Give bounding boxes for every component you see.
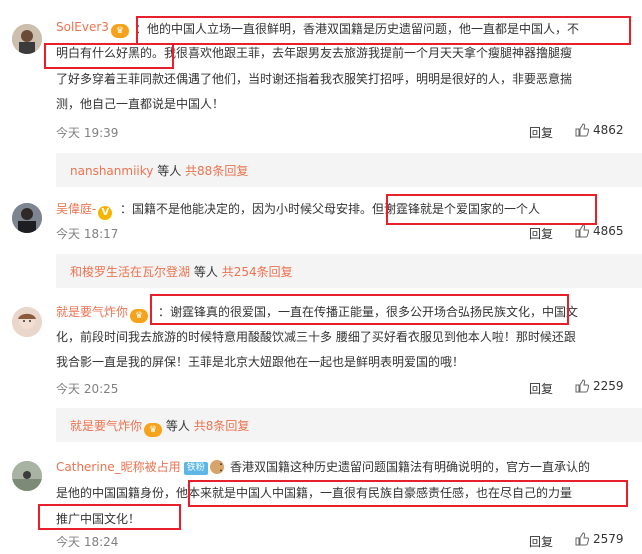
- comment-text-line: ：香港双国籍这种历史遗留问题国籍法有明确说明的，官方一直承认的: [218, 460, 591, 474]
- thumbs-up-icon: [575, 532, 589, 546]
- thread-count-link: 共8条回复: [193, 419, 250, 433]
- comment-timestamp: 今天 18:24: [56, 535, 119, 549]
- reply-button[interactable]: 回复: [529, 225, 553, 242]
- like-count: 4862: [593, 123, 624, 137]
- comment-text-line: 推广中国文化！: [56, 512, 141, 526]
- reply-button[interactable]: 回复: [529, 124, 553, 141]
- comment-username[interactable]: 就是要气炸你 ♛: [56, 303, 149, 323]
- comment-text-line: 是他的中国国籍身份，他本来就是中国人中国籍，一直很有民族自豪感责任感，也在尽自己…: [56, 486, 573, 500]
- comment-username[interactable]: SolEver3 ♛: [56, 20, 129, 38]
- like-button[interactable]: 2259: [575, 379, 624, 393]
- comment-text-line: 测，他自己一直都说是中国人！: [56, 97, 225, 111]
- avatar[interactable]: [12, 461, 42, 491]
- reply-button[interactable]: 回复: [529, 380, 553, 397]
- avatar[interactable]: [12, 203, 42, 233]
- comment-text-line: ：国籍不是他能决定的，因为小时候父母安排。但谢霆锋就是个爱国家的一个人: [120, 202, 541, 216]
- thumbs-up-icon: [575, 379, 589, 393]
- comment-text-line: 我合影一直是我的屏保！王菲是北京大妞跟他在一起也是鲜明表明爱国的哦！: [56, 355, 465, 369]
- thumbs-up-icon: [575, 123, 589, 137]
- thread-user: 和梭罗生活在瓦尔登湖: [70, 265, 191, 279]
- like-button[interactable]: 4865: [575, 224, 624, 238]
- like-button[interactable]: 2579: [575, 532, 624, 546]
- comment-timestamp: 今天 18:17: [56, 227, 119, 241]
- comment-timestamp: 今天 19:39: [56, 126, 119, 140]
- comment-text-line: 明白有什么好黑的。我很喜欢他跟王菲，去年跟男友去旅游我提前一个月天天拿个瘦腿神器…: [56, 46, 573, 60]
- reply-thread-text[interactable]: 和梭罗生活在瓦尔登湖 等人 共254条回复: [70, 263, 293, 280]
- vip-crown-icon: ♛: [130, 309, 149, 323]
- comment-timestamp: 今天 20:25: [56, 382, 119, 396]
- comment-text-line: ：谢霆锋真的很爱国，一直在传播正能量，很多公开场合弘扬民族文化，中国文: [158, 305, 579, 319]
- avatar[interactable]: [12, 307, 42, 337]
- verified-v-icon: V: [98, 206, 113, 220]
- vip-crown-icon: ♛: [110, 24, 129, 38]
- comment-text-line: ：他的中国人立场一直很鲜明，香港双国籍是历史遗留问题，他一直都是中国人，不: [135, 22, 580, 36]
- like-count: 4865: [593, 224, 624, 238]
- reply-button[interactable]: 回复: [529, 533, 553, 550]
- comment-text-line: 化，前段时间我去旅游的时候特意用酸酸饮减三十多 腰细了买好看衣服见到他本人啦！那…: [56, 330, 576, 344]
- reply-thread-text[interactable]: 就是要气炸你 ♛ 等人 共8条回复: [70, 417, 249, 437]
- thread-user: nanshanmiiky: [70, 164, 154, 178]
- comment-username[interactable]: Catherine_昵称被占用 铁粉: [56, 458, 224, 475]
- thread-count-link: 共88条回复: [185, 164, 249, 178]
- thumbs-up-icon: [575, 224, 589, 238]
- vip-crown-icon: ♛: [144, 423, 163, 437]
- like-count: 2259: [593, 379, 624, 393]
- thread-count-link: 共254条回复: [221, 265, 293, 279]
- comment-username[interactable]: 吴偉庭- V: [56, 200, 113, 220]
- thread-user: 就是要气炸你: [70, 419, 143, 433]
- like-button[interactable]: 4862: [575, 123, 624, 137]
- fan-badge: 铁粉: [183, 462, 208, 475]
- avatar[interactable]: [12, 24, 42, 54]
- reply-thread-text[interactable]: nanshanmiiky 等人 共88条回复: [70, 162, 248, 179]
- like-count: 2579: [593, 532, 624, 546]
- comment-text-line: 了好多穿着王菲同款还偶遇了他们，当时谢还指着我衣服笑打招呼，明明是很好的人，非要…: [56, 72, 573, 86]
